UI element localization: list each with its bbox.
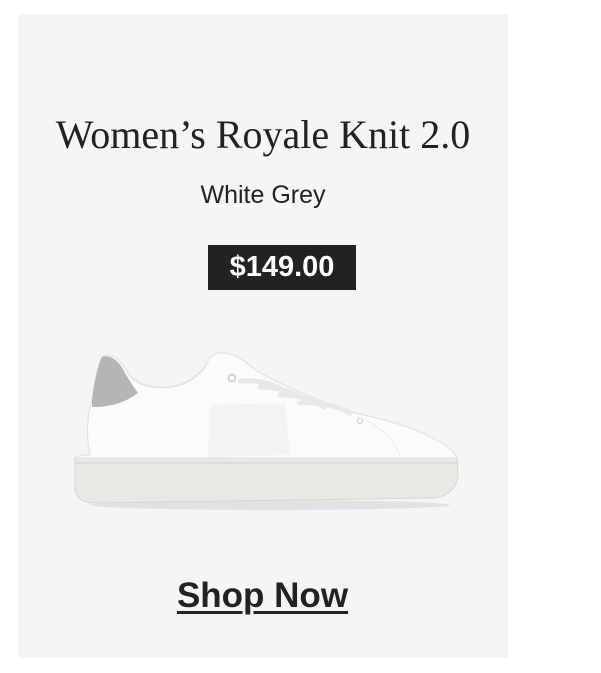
price-badge: $149.00 [208,245,356,290]
product-color: White Grey [200,181,326,209]
product-card: Women’s Royale Knit 2.0 White Grey $149.… [18,14,508,658]
sneaker-icon [73,351,459,510]
product-title: Women’s Royale Knit 2.0 [55,112,471,157]
shop-now-button[interactable]: Shop Now [165,575,360,617]
